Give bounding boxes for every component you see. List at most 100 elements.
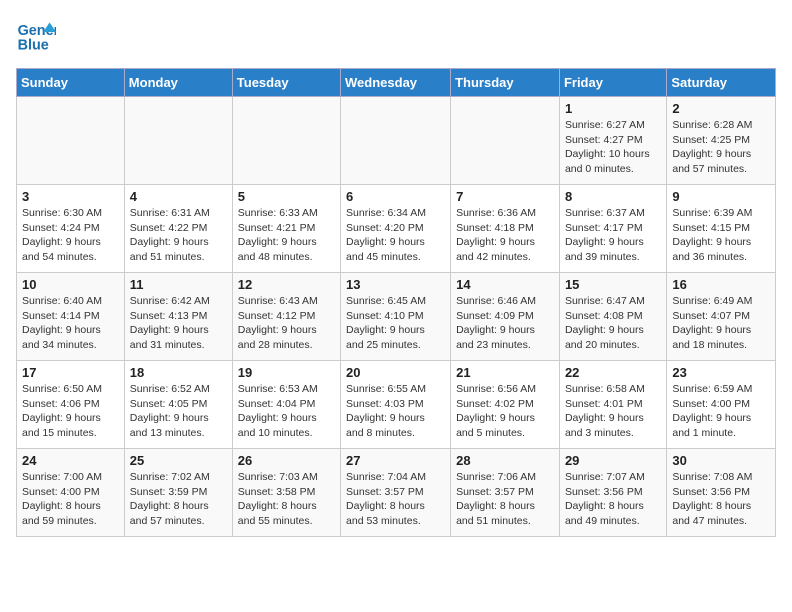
calendar-day-cell: 15 Sunrise: 6:47 AM Sunset: 4:08 PM Dayli… [559, 273, 666, 361]
day-number: 10 [22, 277, 119, 292]
calendar-day-cell: 12 Sunrise: 6:43 AM Sunset: 4:12 PM Dayli… [232, 273, 340, 361]
day-info: Sunrise: 6:46 AM Sunset: 4:09 PM Dayligh… [456, 294, 554, 353]
day-number: 19 [238, 365, 335, 380]
calendar-day-cell: 2 Sunrise: 6:28 AM Sunset: 4:25 PM Daylig… [667, 97, 776, 185]
day-number: 21 [456, 365, 554, 380]
calendar-table: SundayMondayTuesdayWednesdayThursdayFrid… [16, 68, 776, 537]
day-number: 7 [456, 189, 554, 204]
calendar-day-cell: 1 Sunrise: 6:27 AM Sunset: 4:27 PM Daylig… [559, 97, 666, 185]
calendar-day-cell: 14 Sunrise: 6:46 AM Sunset: 4:09 PM Dayli… [451, 273, 560, 361]
day-info: Sunrise: 6:45 AM Sunset: 4:10 PM Dayligh… [346, 294, 445, 353]
day-number: 2 [672, 101, 770, 116]
day-info: Sunrise: 6:53 AM Sunset: 4:04 PM Dayligh… [238, 382, 335, 441]
calendar-day-cell: 30 Sunrise: 7:08 AM Sunset: 3:56 PM Dayli… [667, 449, 776, 537]
day-number: 16 [672, 277, 770, 292]
day-info: Sunrise: 6:40 AM Sunset: 4:14 PM Dayligh… [22, 294, 119, 353]
day-number: 5 [238, 189, 335, 204]
calendar-day-cell [341, 97, 451, 185]
day-info: Sunrise: 7:03 AM Sunset: 3:58 PM Dayligh… [238, 470, 335, 529]
day-info: Sunrise: 6:59 AM Sunset: 4:00 PM Dayligh… [672, 382, 770, 441]
calendar-day-cell [232, 97, 340, 185]
day-number: 29 [565, 453, 661, 468]
calendar-day-cell: 29 Sunrise: 7:07 AM Sunset: 3:56 PM Dayli… [559, 449, 666, 537]
day-info: Sunrise: 6:34 AM Sunset: 4:20 PM Dayligh… [346, 206, 445, 265]
day-number: 18 [130, 365, 227, 380]
header: General Blue [16, 16, 776, 56]
calendar-day-cell: 24 Sunrise: 7:00 AM Sunset: 4:00 PM Dayli… [17, 449, 125, 537]
day-number: 17 [22, 365, 119, 380]
day-number: 23 [672, 365, 770, 380]
weekday-header-cell: Saturday [667, 69, 776, 97]
day-info: Sunrise: 7:06 AM Sunset: 3:57 PM Dayligh… [456, 470, 554, 529]
day-number: 6 [346, 189, 445, 204]
day-info: Sunrise: 7:02 AM Sunset: 3:59 PM Dayligh… [130, 470, 227, 529]
day-info: Sunrise: 6:58 AM Sunset: 4:01 PM Dayligh… [565, 382, 661, 441]
calendar-day-cell: 9Sunrise: 6:39 AM Sunset: 4:15 PM Daylig… [667, 185, 776, 273]
day-info: Sunrise: 6:28 AM Sunset: 4:25 PM Dayligh… [672, 118, 770, 177]
day-info: Sunrise: 6:36 AM Sunset: 4:18 PM Dayligh… [456, 206, 554, 265]
calendar-day-cell: 3Sunrise: 6:30 AM Sunset: 4:24 PM Daylig… [17, 185, 125, 273]
day-number: 20 [346, 365, 445, 380]
weekday-header-cell: Wednesday [341, 69, 451, 97]
day-info: Sunrise: 7:08 AM Sunset: 3:56 PM Dayligh… [672, 470, 770, 529]
day-number: 13 [346, 277, 445, 292]
calendar-week-row: 10 Sunrise: 6:40 AM Sunset: 4:14 PM Dayli… [17, 273, 776, 361]
day-info: Sunrise: 6:49 AM Sunset: 4:07 PM Dayligh… [672, 294, 770, 353]
day-info: Sunrise: 6:31 AM Sunset: 4:22 PM Dayligh… [130, 206, 227, 265]
day-info: Sunrise: 6:33 AM Sunset: 4:21 PM Dayligh… [238, 206, 335, 265]
weekday-header-cell: Sunday [17, 69, 125, 97]
calendar-week-row: 24 Sunrise: 7:00 AM Sunset: 4:00 PM Dayli… [17, 449, 776, 537]
calendar-week-row: 1 Sunrise: 6:27 AM Sunset: 4:27 PM Daylig… [17, 97, 776, 185]
calendar-day-cell: 4Sunrise: 6:31 AM Sunset: 4:22 PM Daylig… [124, 185, 232, 273]
day-number: 3 [22, 189, 119, 204]
day-number: 11 [130, 277, 227, 292]
weekday-header-row: SundayMondayTuesdayWednesdayThursdayFrid… [17, 69, 776, 97]
day-number: 25 [130, 453, 227, 468]
calendar-day-cell: 19 Sunrise: 6:53 AM Sunset: 4:04 PM Dayli… [232, 361, 340, 449]
calendar-day-cell: 23 Sunrise: 6:59 AM Sunset: 4:00 PM Dayli… [667, 361, 776, 449]
calendar-day-cell: 7 Sunrise: 6:36 AM Sunset: 4:18 PM Daylig… [451, 185, 560, 273]
day-info: Sunrise: 6:55 AM Sunset: 4:03 PM Dayligh… [346, 382, 445, 441]
weekday-header-cell: Tuesday [232, 69, 340, 97]
day-info: Sunrise: 6:43 AM Sunset: 4:12 PM Dayligh… [238, 294, 335, 353]
day-number: 1 [565, 101, 661, 116]
calendar-week-row: 17 Sunrise: 6:50 AM Sunset: 4:06 PM Dayli… [17, 361, 776, 449]
day-info: Sunrise: 7:04 AM Sunset: 3:57 PM Dayligh… [346, 470, 445, 529]
calendar-day-cell: 16 Sunrise: 6:49 AM Sunset: 4:07 PM Dayli… [667, 273, 776, 361]
day-number: 26 [238, 453, 335, 468]
svg-text:Blue: Blue [18, 38, 49, 54]
day-info: Sunrise: 6:52 AM Sunset: 4:05 PM Dayligh… [130, 382, 227, 441]
day-number: 15 [565, 277, 661, 292]
day-info: Sunrise: 6:47 AM Sunset: 4:08 PM Dayligh… [565, 294, 661, 353]
day-info: Sunrise: 6:27 AM Sunset: 4:27 PM Dayligh… [565, 118, 661, 177]
day-number: 30 [672, 453, 770, 468]
logo-icon: General Blue [16, 16, 56, 56]
day-number: 27 [346, 453, 445, 468]
weekday-header-cell: Friday [559, 69, 666, 97]
calendar-day-cell: 26 Sunrise: 7:03 AM Sunset: 3:58 PM Dayli… [232, 449, 340, 537]
day-info: Sunrise: 6:50 AM Sunset: 4:06 PM Dayligh… [22, 382, 119, 441]
day-number: 22 [565, 365, 661, 380]
day-info: Sunrise: 6:37 AM Sunset: 4:17 PM Dayligh… [565, 206, 661, 265]
logo: General Blue [16, 16, 56, 56]
day-number: 14 [456, 277, 554, 292]
calendar-day-cell: 17 Sunrise: 6:50 AM Sunset: 4:06 PM Dayli… [17, 361, 125, 449]
day-number: 12 [238, 277, 335, 292]
calendar-day-cell: 5 Sunrise: 6:33 AM Sunset: 4:21 PM Daylig… [232, 185, 340, 273]
calendar-day-cell [451, 97, 560, 185]
calendar-day-cell: 25 Sunrise: 7:02 AM Sunset: 3:59 PM Dayli… [124, 449, 232, 537]
calendar-day-cell: 13 Sunrise: 6:45 AM Sunset: 4:10 PM Dayli… [341, 273, 451, 361]
calendar-day-cell: 6 Sunrise: 6:34 AM Sunset: 4:20 PM Daylig… [341, 185, 451, 273]
calendar-day-cell [124, 97, 232, 185]
day-info: Sunrise: 6:42 AM Sunset: 4:13 PM Dayligh… [130, 294, 227, 353]
calendar-day-cell: 8 Sunrise: 6:37 AM Sunset: 4:17 PM Daylig… [559, 185, 666, 273]
calendar-day-cell: 21 Sunrise: 6:56 AM Sunset: 4:02 PM Dayli… [451, 361, 560, 449]
day-info: Sunrise: 7:00 AM Sunset: 4:00 PM Dayligh… [22, 470, 119, 529]
day-info: Sunrise: 6:56 AM Sunset: 4:02 PM Dayligh… [456, 382, 554, 441]
day-number: 8 [565, 189, 661, 204]
calendar-day-cell: 18 Sunrise: 6:52 AM Sunset: 4:05 PM Dayli… [124, 361, 232, 449]
calendar-day-cell: 22 Sunrise: 6:58 AM Sunset: 4:01 PM Dayli… [559, 361, 666, 449]
day-number: 24 [22, 453, 119, 468]
weekday-header-cell: Monday [124, 69, 232, 97]
day-info: Sunrise: 7:07 AM Sunset: 3:56 PM Dayligh… [565, 470, 661, 529]
